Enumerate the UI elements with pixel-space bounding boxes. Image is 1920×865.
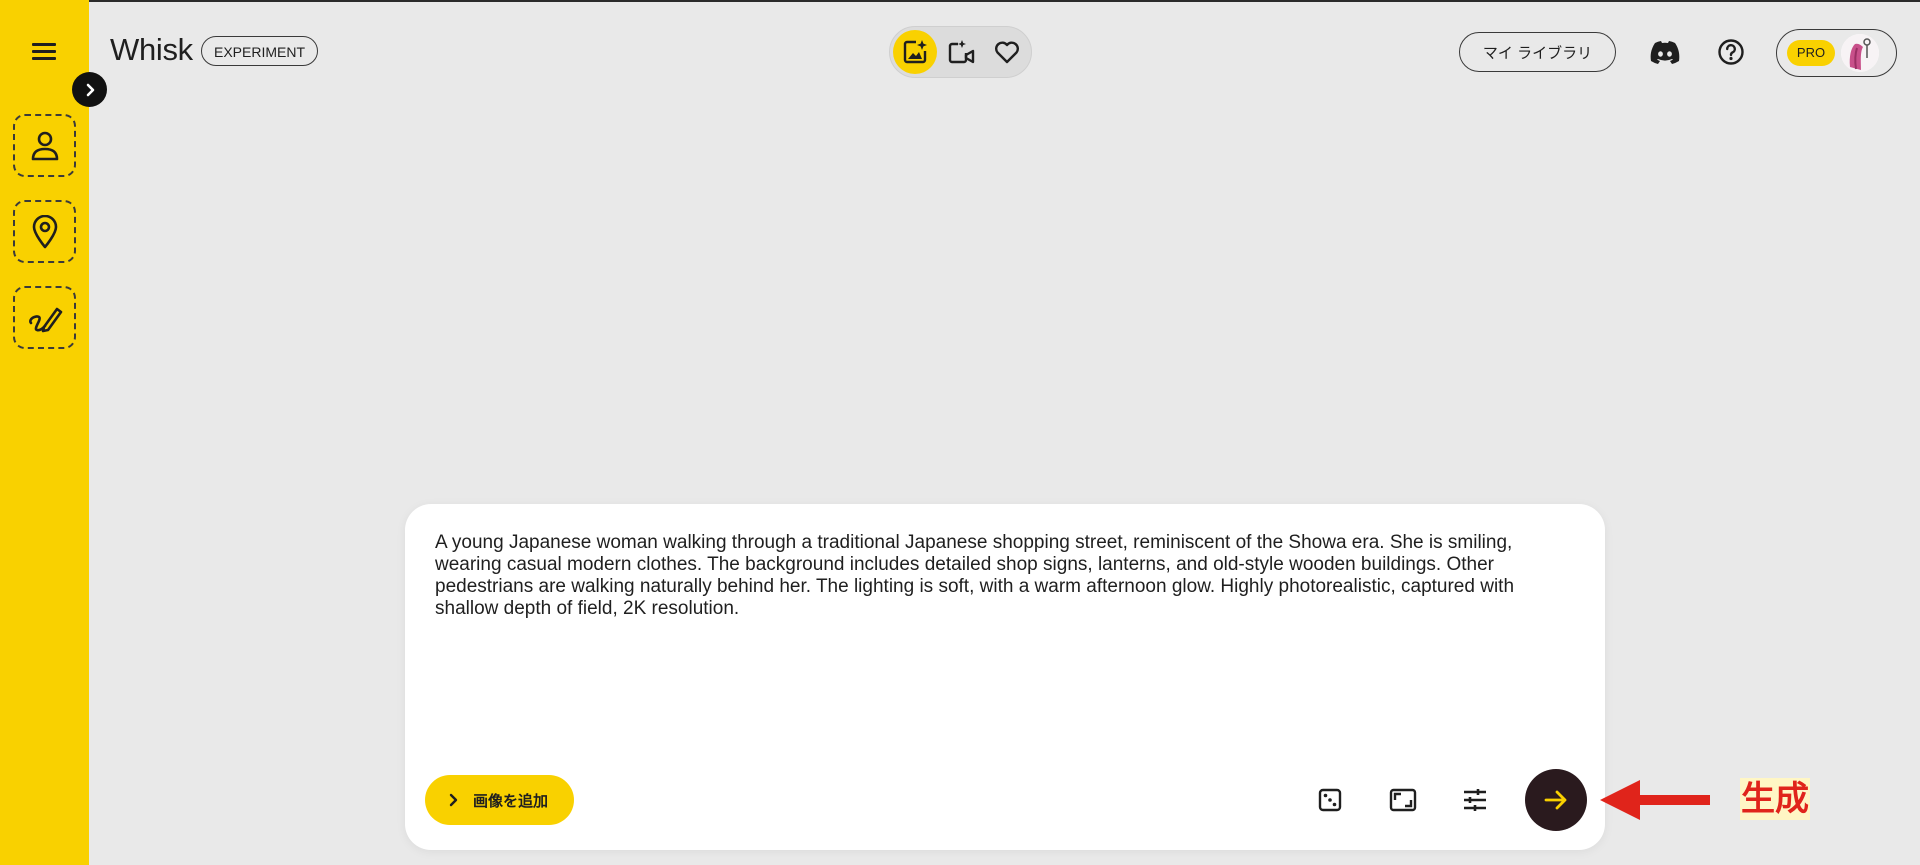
tune-icon	[1464, 789, 1486, 811]
discord-icon	[1650, 41, 1680, 64]
video-mode-button[interactable]	[939, 30, 983, 74]
help-icon	[1718, 39, 1744, 65]
my-library-button[interactable]: マイ ライブラリ	[1459, 32, 1616, 72]
top-border	[0, 0, 1920, 2]
person-icon	[31, 131, 58, 160]
generate-button[interactable]	[1525, 769, 1587, 831]
sidebar	[0, 0, 89, 865]
arrow-right-icon	[1544, 790, 1567, 810]
annotation-label: 生成	[1740, 778, 1810, 820]
aspect-ratio-button[interactable]	[1380, 777, 1426, 823]
app-title[interactable]: Whisk	[110, 32, 193, 68]
style-slot[interactable]	[13, 286, 76, 349]
help-button[interactable]	[1711, 32, 1751, 72]
experiment-badge: EXPERIMENT	[201, 36, 319, 66]
discord-button[interactable]	[1645, 32, 1685, 72]
pro-badge: PRO	[1787, 40, 1835, 66]
heart-icon	[995, 41, 1019, 64]
image-mode-button[interactable]	[893, 30, 937, 74]
location-pin-icon	[32, 214, 57, 248]
settings-button[interactable]	[1452, 777, 1498, 823]
chevron-right-icon	[447, 793, 467, 807]
mode-switcher	[889, 26, 1032, 78]
video-sparkle-icon	[948, 40, 975, 64]
add-image-button[interactable]: 画像を追加	[425, 775, 574, 825]
prompt-input[interactable]: A young Japanese woman walking through a…	[435, 532, 1565, 742]
menu-icon[interactable]	[24, 37, 66, 67]
expand-sidebar-button[interactable]	[72, 72, 107, 107]
subject-slot[interactable]	[13, 114, 76, 177]
favorites-button[interactable]	[985, 30, 1029, 74]
add-image-label: 画像を追加	[473, 792, 549, 810]
annotation-arrow	[1600, 780, 1710, 820]
chevron-right-icon	[86, 83, 94, 96]
dice-icon	[1318, 788, 1342, 812]
image-sparkle-icon	[903, 40, 927, 64]
account-menu[interactable]: PRO	[1776, 29, 1897, 77]
scene-slot[interactable]	[13, 200, 76, 263]
aspect-ratio-icon	[1389, 788, 1417, 812]
avatar[interactable]	[1841, 34, 1879, 72]
prompt-card: A young Japanese woman walking through a…	[405, 504, 1605, 850]
random-prompt-button[interactable]	[1307, 777, 1353, 823]
brush-icon	[28, 307, 62, 332]
